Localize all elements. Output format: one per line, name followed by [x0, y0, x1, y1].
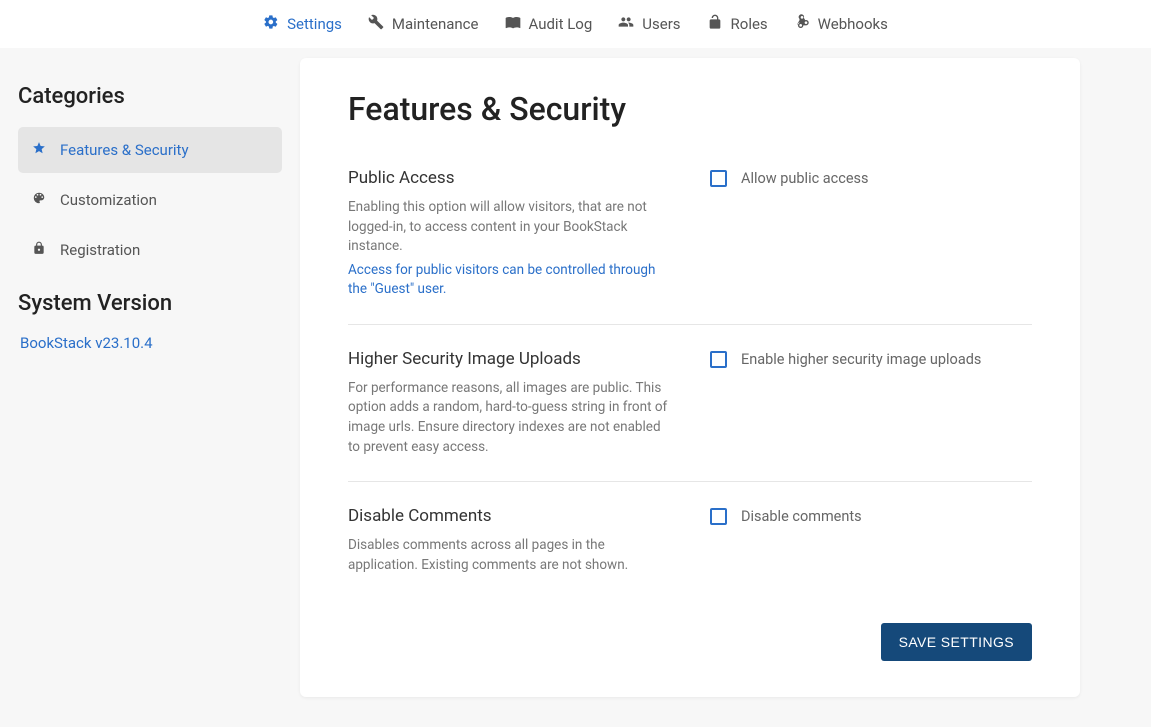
- tab-label: Webhooks: [818, 15, 888, 33]
- webhook-icon: [794, 14, 810, 34]
- tab-label: Roles: [731, 15, 768, 33]
- setting-public-access: Public Access Enabling this option will …: [348, 168, 1032, 324]
- checkbox-box: [710, 170, 727, 187]
- gear-icon: [263, 14, 279, 34]
- setting-description: For performance reasons, all images are …: [348, 379, 670, 457]
- tab-label: Maintenance: [392, 15, 479, 33]
- top-tabs: Settings Maintenance Audit Log Users Rol…: [0, 0, 1151, 48]
- setting-description: Disables comments across all pages in th…: [348, 536, 670, 575]
- tab-webhooks[interactable]: Webhooks: [794, 14, 888, 34]
- star-icon: [32, 141, 46, 159]
- tab-users[interactable]: Users: [618, 14, 680, 34]
- categories-heading: Categories: [18, 84, 282, 109]
- tab-label: Audit Log: [529, 15, 593, 33]
- tab-label: Settings: [287, 15, 342, 33]
- checkbox-label: Enable higher security image uploads: [741, 351, 981, 368]
- checkbox-box: [710, 351, 727, 368]
- setting-description: Enabling this option will allow visitors…: [348, 198, 670, 257]
- version-link[interactable]: BookStack v23.10.4: [18, 334, 282, 352]
- sidebar-item-label: Customization: [60, 191, 157, 209]
- checkbox-disable-comments[interactable]: Disable comments: [710, 508, 1032, 525]
- settings-card: Features & Security Public Access Enabli…: [300, 58, 1080, 697]
- sidebar-item-customization[interactable]: Customization: [18, 177, 282, 223]
- sidebar-item-registration[interactable]: Registration: [18, 227, 282, 273]
- checkbox-enable-secure-images[interactable]: Enable higher security image uploads: [710, 351, 1032, 368]
- palette-icon: [32, 191, 46, 209]
- sidebar: Categories Features & Security Customiza…: [0, 48, 300, 727]
- tab-label: Users: [642, 15, 680, 33]
- checkbox-label: Allow public access: [741, 170, 869, 187]
- lock-icon: [32, 241, 46, 259]
- page-title: Features & Security: [348, 90, 1032, 128]
- checkbox-allow-public-access[interactable]: Allow public access: [710, 170, 1032, 187]
- checkbox-box: [710, 508, 727, 525]
- setting-title: Disable Comments: [348, 506, 670, 526]
- setting-disable-comments: Disable Comments Disables comments acros…: [348, 481, 1032, 599]
- sidebar-item-label: Features & Security: [60, 141, 189, 159]
- lock-open-icon: [707, 14, 723, 34]
- sidebar-item-label: Registration: [60, 241, 140, 259]
- tab-roles[interactable]: Roles: [707, 14, 768, 34]
- users-icon: [618, 14, 634, 34]
- book-open-icon: [505, 14, 521, 34]
- save-settings-button[interactable]: SAVE SETTINGS: [881, 623, 1032, 661]
- setting-title: Higher Security Image Uploads: [348, 349, 670, 369]
- setting-note-link[interactable]: Access for public visitors can be contro…: [348, 261, 670, 300]
- wrench-icon: [368, 14, 384, 34]
- setting-title: Public Access: [348, 168, 670, 188]
- card-footer: SAVE SETTINGS: [348, 599, 1032, 661]
- main-area: Features & Security Public Access Enabli…: [300, 48, 1151, 727]
- sidebar-item-features-security[interactable]: Features & Security: [18, 127, 282, 173]
- system-version-heading: System Version: [18, 291, 282, 316]
- setting-image-uploads: Higher Security Image Uploads For perfor…: [348, 324, 1032, 481]
- tab-audit-log[interactable]: Audit Log: [505, 14, 593, 34]
- checkbox-label: Disable comments: [741, 508, 862, 525]
- tab-maintenance[interactable]: Maintenance: [368, 14, 479, 34]
- tab-settings[interactable]: Settings: [263, 14, 342, 34]
